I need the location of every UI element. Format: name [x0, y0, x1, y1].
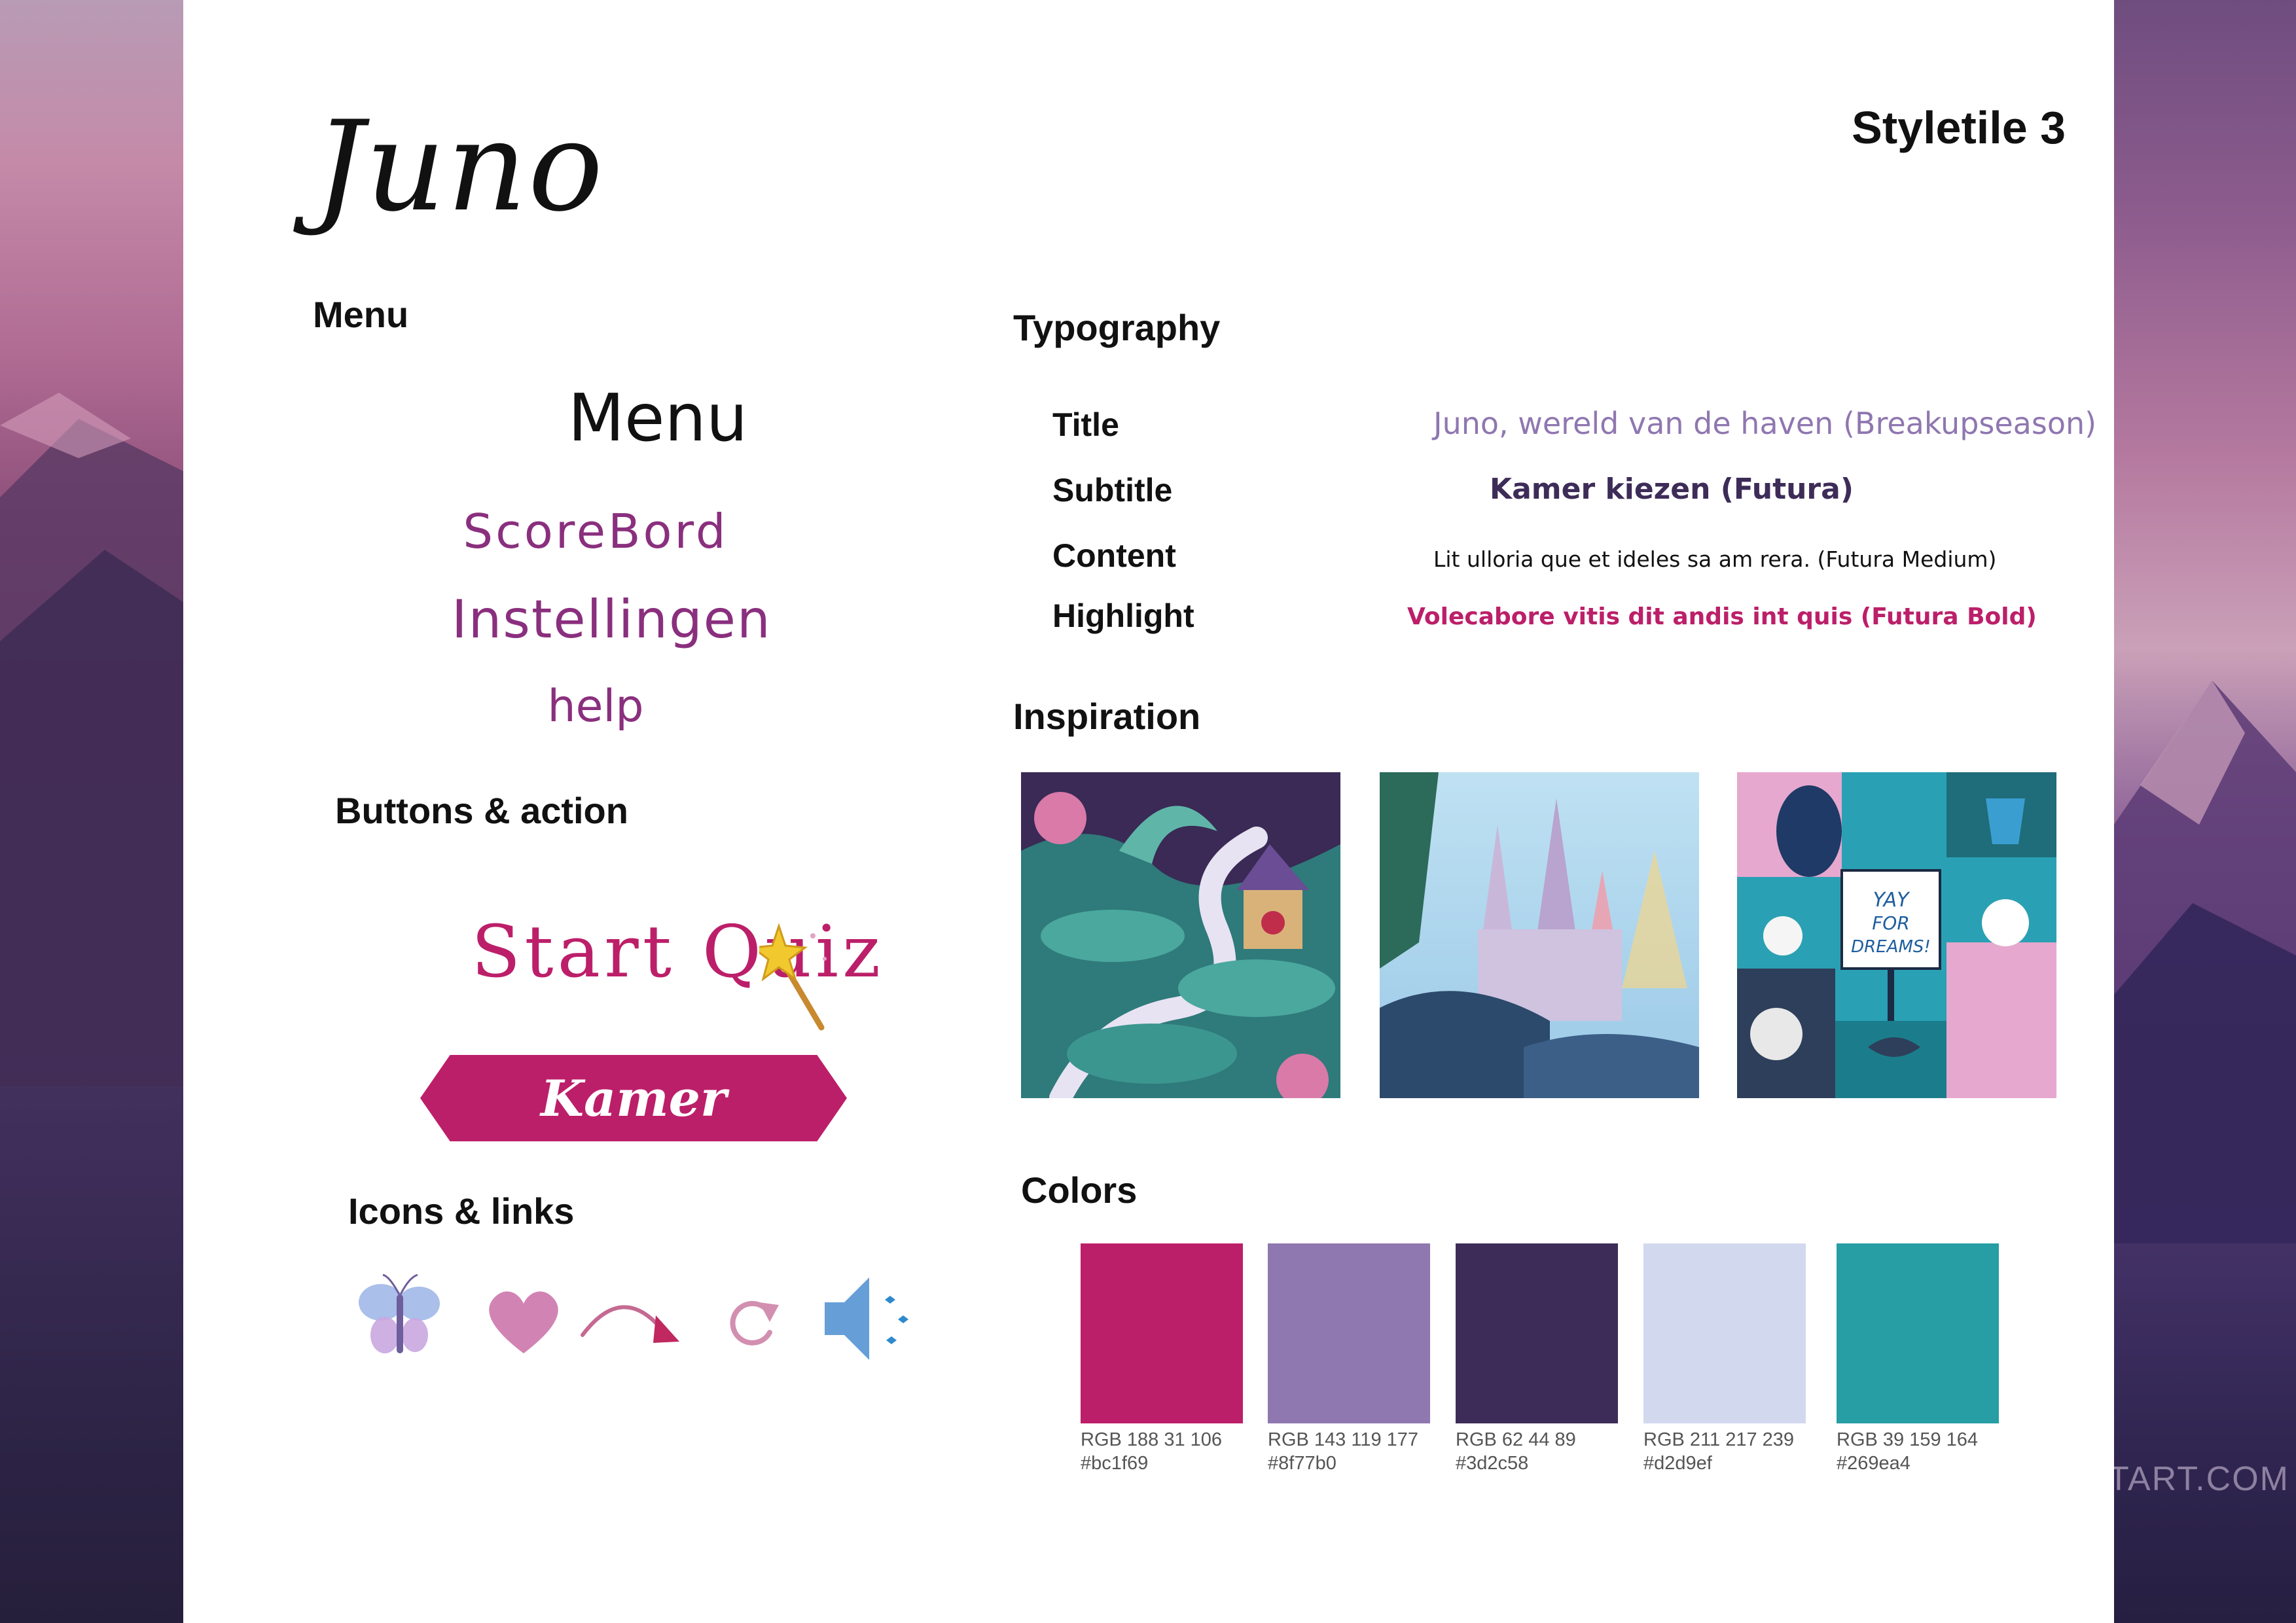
typography-heading: Typography	[1013, 307, 1221, 348]
typo-label-subtitle: Subtitle	[1052, 472, 1173, 508]
page-title: Styletile 3	[1852, 102, 2066, 153]
speaker-icon[interactable]	[818, 1270, 929, 1368]
color-hex-1: #bc1f69	[1081, 1453, 1149, 1474]
svg-text:FOR: FOR	[1872, 912, 1910, 934]
color-hex-5: #269ea4	[1837, 1453, 1910, 1474]
magic-wand-icon	[759, 923, 827, 1031]
watermark-text: TART.COM	[2108, 1460, 2289, 1498]
menu-item-instellingen[interactable]: Instellingen	[452, 589, 770, 650]
color-hex-3: #3d2c58	[1456, 1453, 1529, 1474]
background-painting-left	[0, 0, 183, 1623]
color-swatch-3	[1456, 1243, 1618, 1423]
inspiration-image-2	[1380, 772, 1699, 1098]
juno-logo: Juno	[314, 94, 605, 239]
color-swatch-4	[1643, 1243, 1806, 1423]
menu-item-scorebord[interactable]: ScoreBord	[458, 504, 733, 559]
color-swatch-1	[1081, 1243, 1243, 1423]
butterfly-icon[interactable]	[353, 1270, 445, 1368]
color-rgb-2: RGB 143 119 177	[1268, 1429, 1419, 1450]
typo-label-title: Title	[1052, 406, 1119, 443]
color-rgb-1: RGB 188 31 106	[1081, 1429, 1223, 1450]
typo-label-content: Content	[1052, 537, 1176, 574]
color-caption-4: RGB 211 217 239 #d2d9ef	[1643, 1428, 1827, 1475]
typo-sample-highlight: Volecabore vitis dit andis int quis (Fut…	[1407, 603, 2037, 630]
menu-title: Menu	[567, 380, 748, 456]
color-hex-2: #8f77b0	[1268, 1453, 1336, 1474]
inspiration-image-1	[1021, 772, 1340, 1098]
color-caption-2: RGB 143 119 177 #8f77b0	[1268, 1428, 1451, 1475]
svg-text:YAY: YAY	[1873, 889, 1911, 912]
heart-icon[interactable]	[478, 1270, 569, 1368]
icons-heading: Icons & links	[348, 1190, 575, 1232]
mountain-shape-right	[2114, 681, 2296, 1243]
menu-item-help[interactable]: help	[530, 681, 661, 732]
svg-text:DREAMS!: DREAMS!	[1851, 937, 1931, 957]
color-rgb-5: RGB 39 159 164	[1837, 1429, 1979, 1450]
color-swatch-5	[1837, 1243, 1999, 1423]
buttons-heading: Buttons & action	[335, 790, 628, 831]
curved-arrow-icon[interactable]	[576, 1270, 694, 1368]
kamer-button[interactable]: Kamer	[420, 1055, 847, 1141]
menu-heading: Menu	[313, 294, 409, 335]
colors-heading: Colors	[1021, 1169, 1138, 1211]
color-caption-5: RGB 39 159 164 #269ea4	[1837, 1428, 2020, 1475]
color-caption-3: RGB 62 44 89 #3d2c58	[1456, 1428, 1639, 1475]
typo-sample-subtitle: Kamer kiezen (Futura)	[1490, 473, 1854, 506]
kamer-button-label: Kamer	[540, 1069, 727, 1128]
color-hex-4: #d2d9ef	[1643, 1453, 1712, 1474]
mountain-shape-left	[0, 393, 183, 1086]
inspiration-image-3: YAY FOR DREAMS!	[1737, 772, 2056, 1098]
icon-row	[353, 1270, 942, 1368]
typo-sample-content: Lit ulloria que et ideles sa am rera. (F…	[1433, 546, 1997, 572]
refresh-icon[interactable]	[707, 1270, 798, 1368]
color-rgb-4: RGB 211 217 239	[1643, 1429, 1795, 1450]
typo-sample-title: Juno, wereld van de haven (Breakupseason…	[1433, 406, 2097, 441]
background-painting-right: TART.COM	[2108, 0, 2296, 1623]
color-swatch-2	[1268, 1243, 1430, 1423]
typo-label-highlight: Highlight	[1052, 597, 1194, 634]
inspiration-heading: Inspiration	[1013, 696, 1201, 737]
color-rgb-3: RGB 62 44 89	[1456, 1429, 1576, 1450]
color-caption-1: RGB 188 31 106 #bc1f69	[1081, 1428, 1264, 1475]
